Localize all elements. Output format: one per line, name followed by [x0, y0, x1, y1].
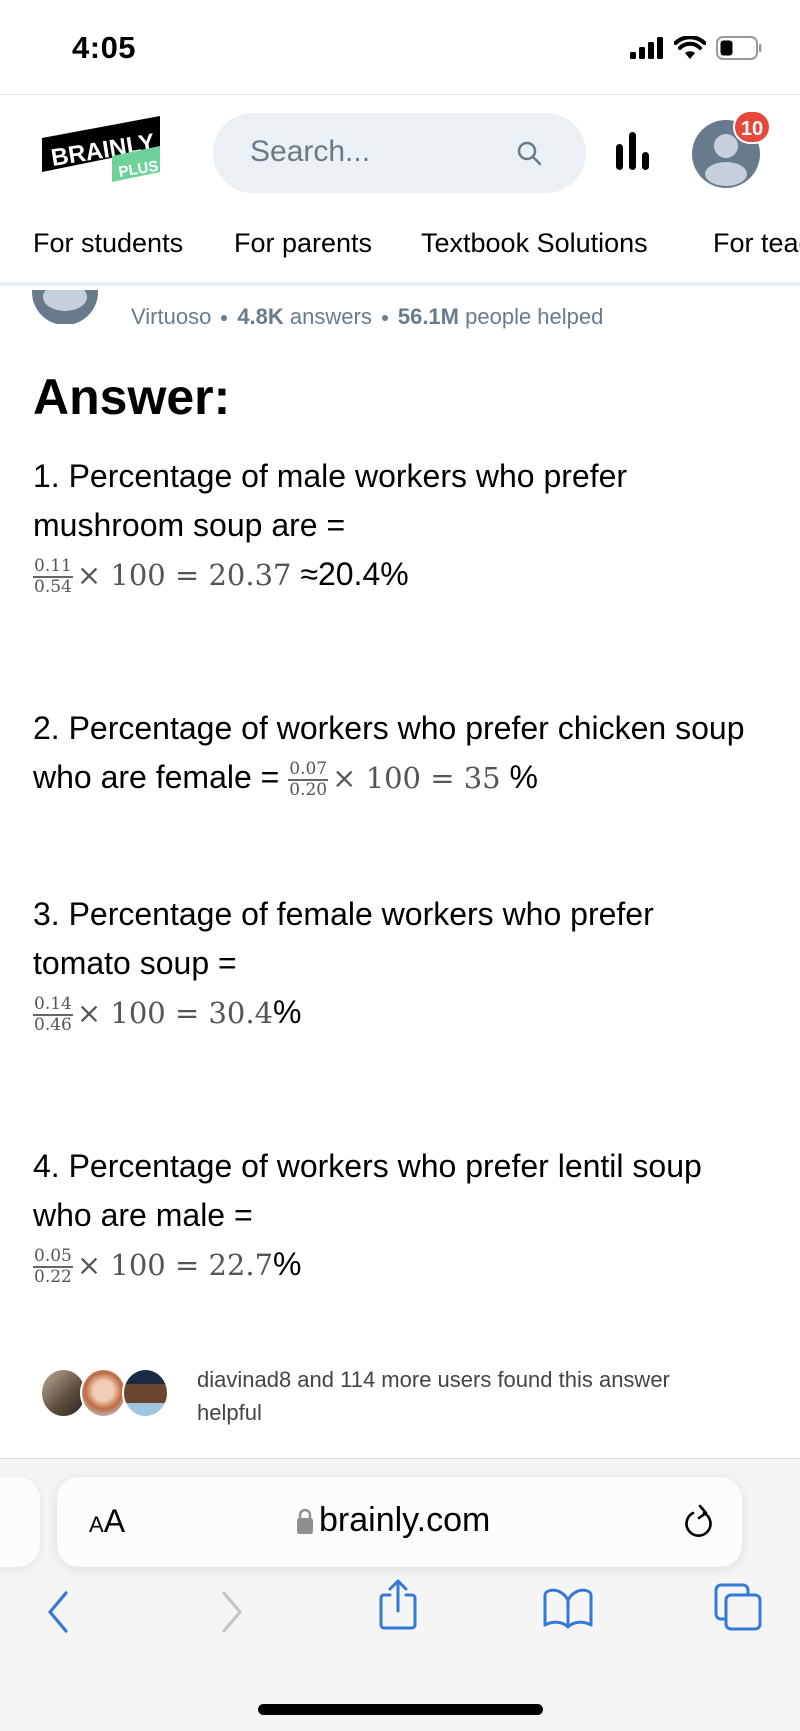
search-input[interactable]: Search... [213, 113, 586, 193]
answer-item: 1. Percentage of male workers who prefer… [33, 452, 773, 600]
user-avatar [122, 1368, 169, 1418]
answer-heading: Answer: [33, 369, 231, 425]
formula-result: % [273, 994, 302, 1030]
answer-item-text: 1. Percentage of male workers who prefer… [33, 458, 628, 543]
home-indicator[interactable] [258, 1704, 543, 1715]
back-icon[interactable] [44, 1591, 74, 1633]
tab-for-parents[interactable]: For parents [234, 228, 372, 259]
status-icons [630, 36, 762, 60]
formula-expression: × 100 = 30.4 [76, 996, 274, 1030]
brainly-plus-logo[interactable]: BRAINLY PLUS [42, 116, 172, 186]
wifi-icon [674, 36, 706, 59]
formula-result: ≈20.4% [300, 556, 409, 592]
nav-tabs: For students For parents Textbook Soluti… [0, 220, 800, 286]
fraction: 0.07 0.20 [288, 758, 329, 800]
reader-settings-button[interactable]: AA [89, 1503, 125, 1540]
status-time: 4:05 [72, 30, 137, 65]
previous-tab-preview[interactable] [0, 1477, 40, 1567]
formula-expression: × 100 = 22.7 [76, 1248, 274, 1282]
fraction: 0.11 0.54 [33, 555, 73, 597]
battery-icon [716, 36, 762, 60]
answer-item-formula: 0.05 0.22 × 100 = 22.7% [33, 1240, 773, 1290]
fraction: 0.14 0.46 [33, 993, 73, 1035]
separator-dot [221, 315, 228, 322]
author-avatar[interactable] [32, 290, 98, 324]
fraction: 0.05 0.22 [33, 1245, 73, 1287]
search-icon[interactable] [516, 140, 542, 166]
address-bar[interactable]: AA brainly.com [57, 1477, 742, 1567]
formula-expression: × 100 = 35 [332, 761, 501, 795]
reload-icon[interactable] [682, 1503, 716, 1541]
helpful-users-avatars[interactable] [40, 1368, 175, 1420]
formula-result: % [273, 1246, 302, 1282]
url-field[interactable]: brainly.com [297, 1501, 490, 1540]
notification-badge[interactable]: 10 [733, 110, 771, 144]
tab-for-teachers[interactable]: For teachers [713, 228, 800, 259]
formula-result: % [509, 759, 538, 795]
answers-count: 4.8K [237, 304, 284, 329]
browser-toolbar: AA brainly.com [0, 1458, 800, 1731]
tab-for-students[interactable]: For students [33, 228, 183, 259]
answer-item-text-line: 2. Percentage of workers who prefer chic… [33, 704, 773, 803]
formula-expression: × 100 = 20.37 [76, 558, 292, 592]
stats-icon[interactable] [615, 132, 653, 172]
search-placeholder: Search... [250, 135, 371, 168]
tab-textbook-solutions[interactable]: Textbook Solutions [421, 228, 648, 259]
answer-item: 4. Percentage of workers who prefer lent… [33, 1142, 773, 1290]
answer-item-text: 4. Percentage of workers who prefer lent… [33, 1148, 702, 1233]
user-avatar [80, 1368, 127, 1418]
answer-item-text: 3. Percentage of female workers who pref… [33, 896, 654, 981]
url-text: brainly.com [319, 1501, 491, 1539]
helped-label: people helped [465, 304, 604, 329]
tabs-icon[interactable] [714, 1583, 764, 1631]
status-bar: 4:05 [0, 0, 800, 95]
answer-item: 3. Percentage of female workers who pref… [33, 890, 773, 1038]
answer-item: 2. Percentage of workers who prefer chic… [33, 704, 773, 803]
cellular-signal-icon [630, 37, 663, 59]
lock-icon [297, 1508, 313, 1534]
answer-item-formula: 0.11 0.54 × 100 = 20.37 ≈20.4% [33, 550, 773, 600]
site-header: BRAINLY PLUS Search... 10 [0, 96, 800, 206]
helpful-text: diavinad8 and 114 more users found this … [197, 1367, 670, 1425]
share-icon[interactable] [376, 1579, 420, 1631]
forward-icon[interactable] [216, 1591, 246, 1633]
separator-dot [381, 315, 388, 322]
answers-label: answers [289, 304, 372, 329]
author-stats: Virtuoso 4.8K answers 56.1M people helped [131, 304, 603, 330]
author-rank: Virtuoso [131, 304, 212, 329]
helped-count: 56.1M [397, 304, 459, 329]
bookmarks-icon[interactable] [542, 1587, 594, 1631]
answer-item-formula: 0.14 0.46 × 100 = 30.4% [33, 988, 773, 1038]
